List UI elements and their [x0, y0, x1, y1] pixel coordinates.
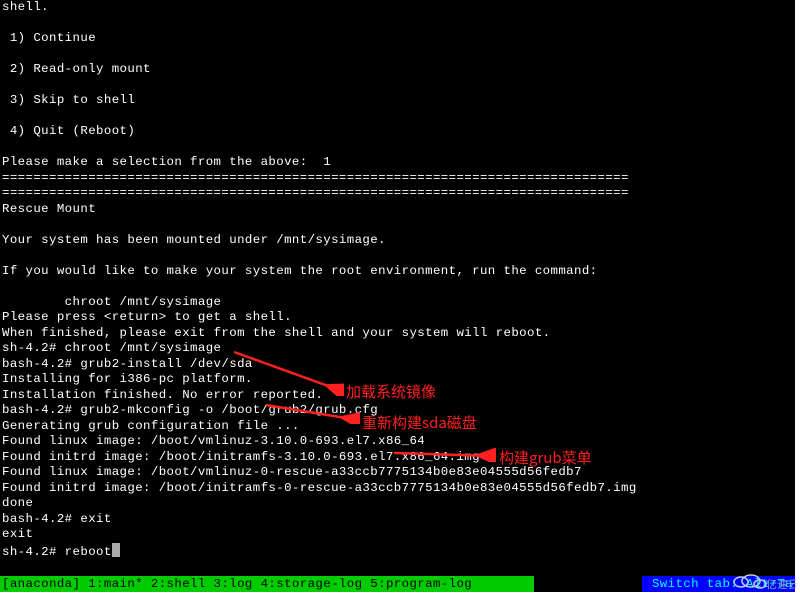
terminal-line: Found linux image: /boot/vmlinuz-0-rescu…: [0, 465, 795, 481]
terminal-line: 2) Read-only mount: [0, 62, 795, 78]
terminal-line: 3) Skip to shell: [0, 93, 795, 109]
terminal-line: bash-4.2# grub2-mkconfig -o /boot/grub2/…: [0, 403, 795, 419]
terminal-line: [0, 78, 795, 94]
terminal-line: exit: [0, 527, 795, 543]
terminal-line: [0, 248, 795, 264]
terminal-line: Rescue Mount: [0, 202, 795, 218]
terminal-line: Please make a selection from the above: …: [0, 155, 795, 171]
status-gap: [534, 576, 642, 592]
terminal-line: shell.: [0, 0, 795, 16]
terminal-line: Installation finished. No error reported…: [0, 388, 795, 404]
terminal-line: done: [0, 496, 795, 512]
terminal-line: bash-4.2# grub2-install /dev/sda: [0, 357, 795, 373]
terminal-line: If you would like to make your system th…: [0, 264, 795, 280]
terminal-line: Installing for i386-pc platform.: [0, 372, 795, 388]
terminal-line: [0, 16, 795, 32]
terminal-line: Your system has been mounted under /mnt/…: [0, 233, 795, 249]
terminal-line: [0, 47, 795, 63]
terminal-line: bash-4.2# exit: [0, 512, 795, 528]
terminal-line: [0, 140, 795, 156]
terminal-line: ========================================…: [0, 171, 795, 187]
terminal-line: 4) Quit (Reboot): [0, 124, 795, 140]
watermark-logo: 亿速云: [730, 568, 796, 596]
terminal-line: Please press <return> to get a shell.: [0, 310, 795, 326]
svg-text:亿速云: 亿速云: [766, 578, 796, 591]
terminal-line: 1) Continue: [0, 31, 795, 47]
terminal-line: sh-4.2# chroot /mnt/sysimage: [0, 341, 795, 357]
tmux-status-bar: [anaconda] 1:main* 2:shell 3:log 4:stora…: [0, 576, 795, 592]
terminal-line: Found initrd image: /boot/initramfs-3.10…: [0, 450, 795, 466]
terminal-line: [0, 109, 795, 125]
terminal-line: Found linux image: /boot/vmlinuz-3.10.0-…: [0, 434, 795, 450]
terminal-line: Generating grub configuration file ...: [0, 419, 795, 435]
terminal-line: [0, 217, 795, 233]
terminal-line: Found initrd image: /boot/initramfs-0-re…: [0, 481, 795, 497]
terminal-line: ========================================…: [0, 186, 795, 202]
terminal-window[interactable]: shell. 1) Continue 2) Read-only mount 3)…: [0, 0, 795, 592]
cursor: [112, 543, 120, 557]
terminal-line: sh-4.2# reboot: [0, 543, 795, 559]
status-left: [anaconda] 1:main* 2:shell 3:log 4:stora…: [0, 576, 534, 592]
terminal-line: [0, 279, 795, 295]
terminal-line: When finished, please exit from the shel…: [0, 326, 795, 342]
terminal-line: chroot /mnt/sysimage: [0, 295, 795, 311]
